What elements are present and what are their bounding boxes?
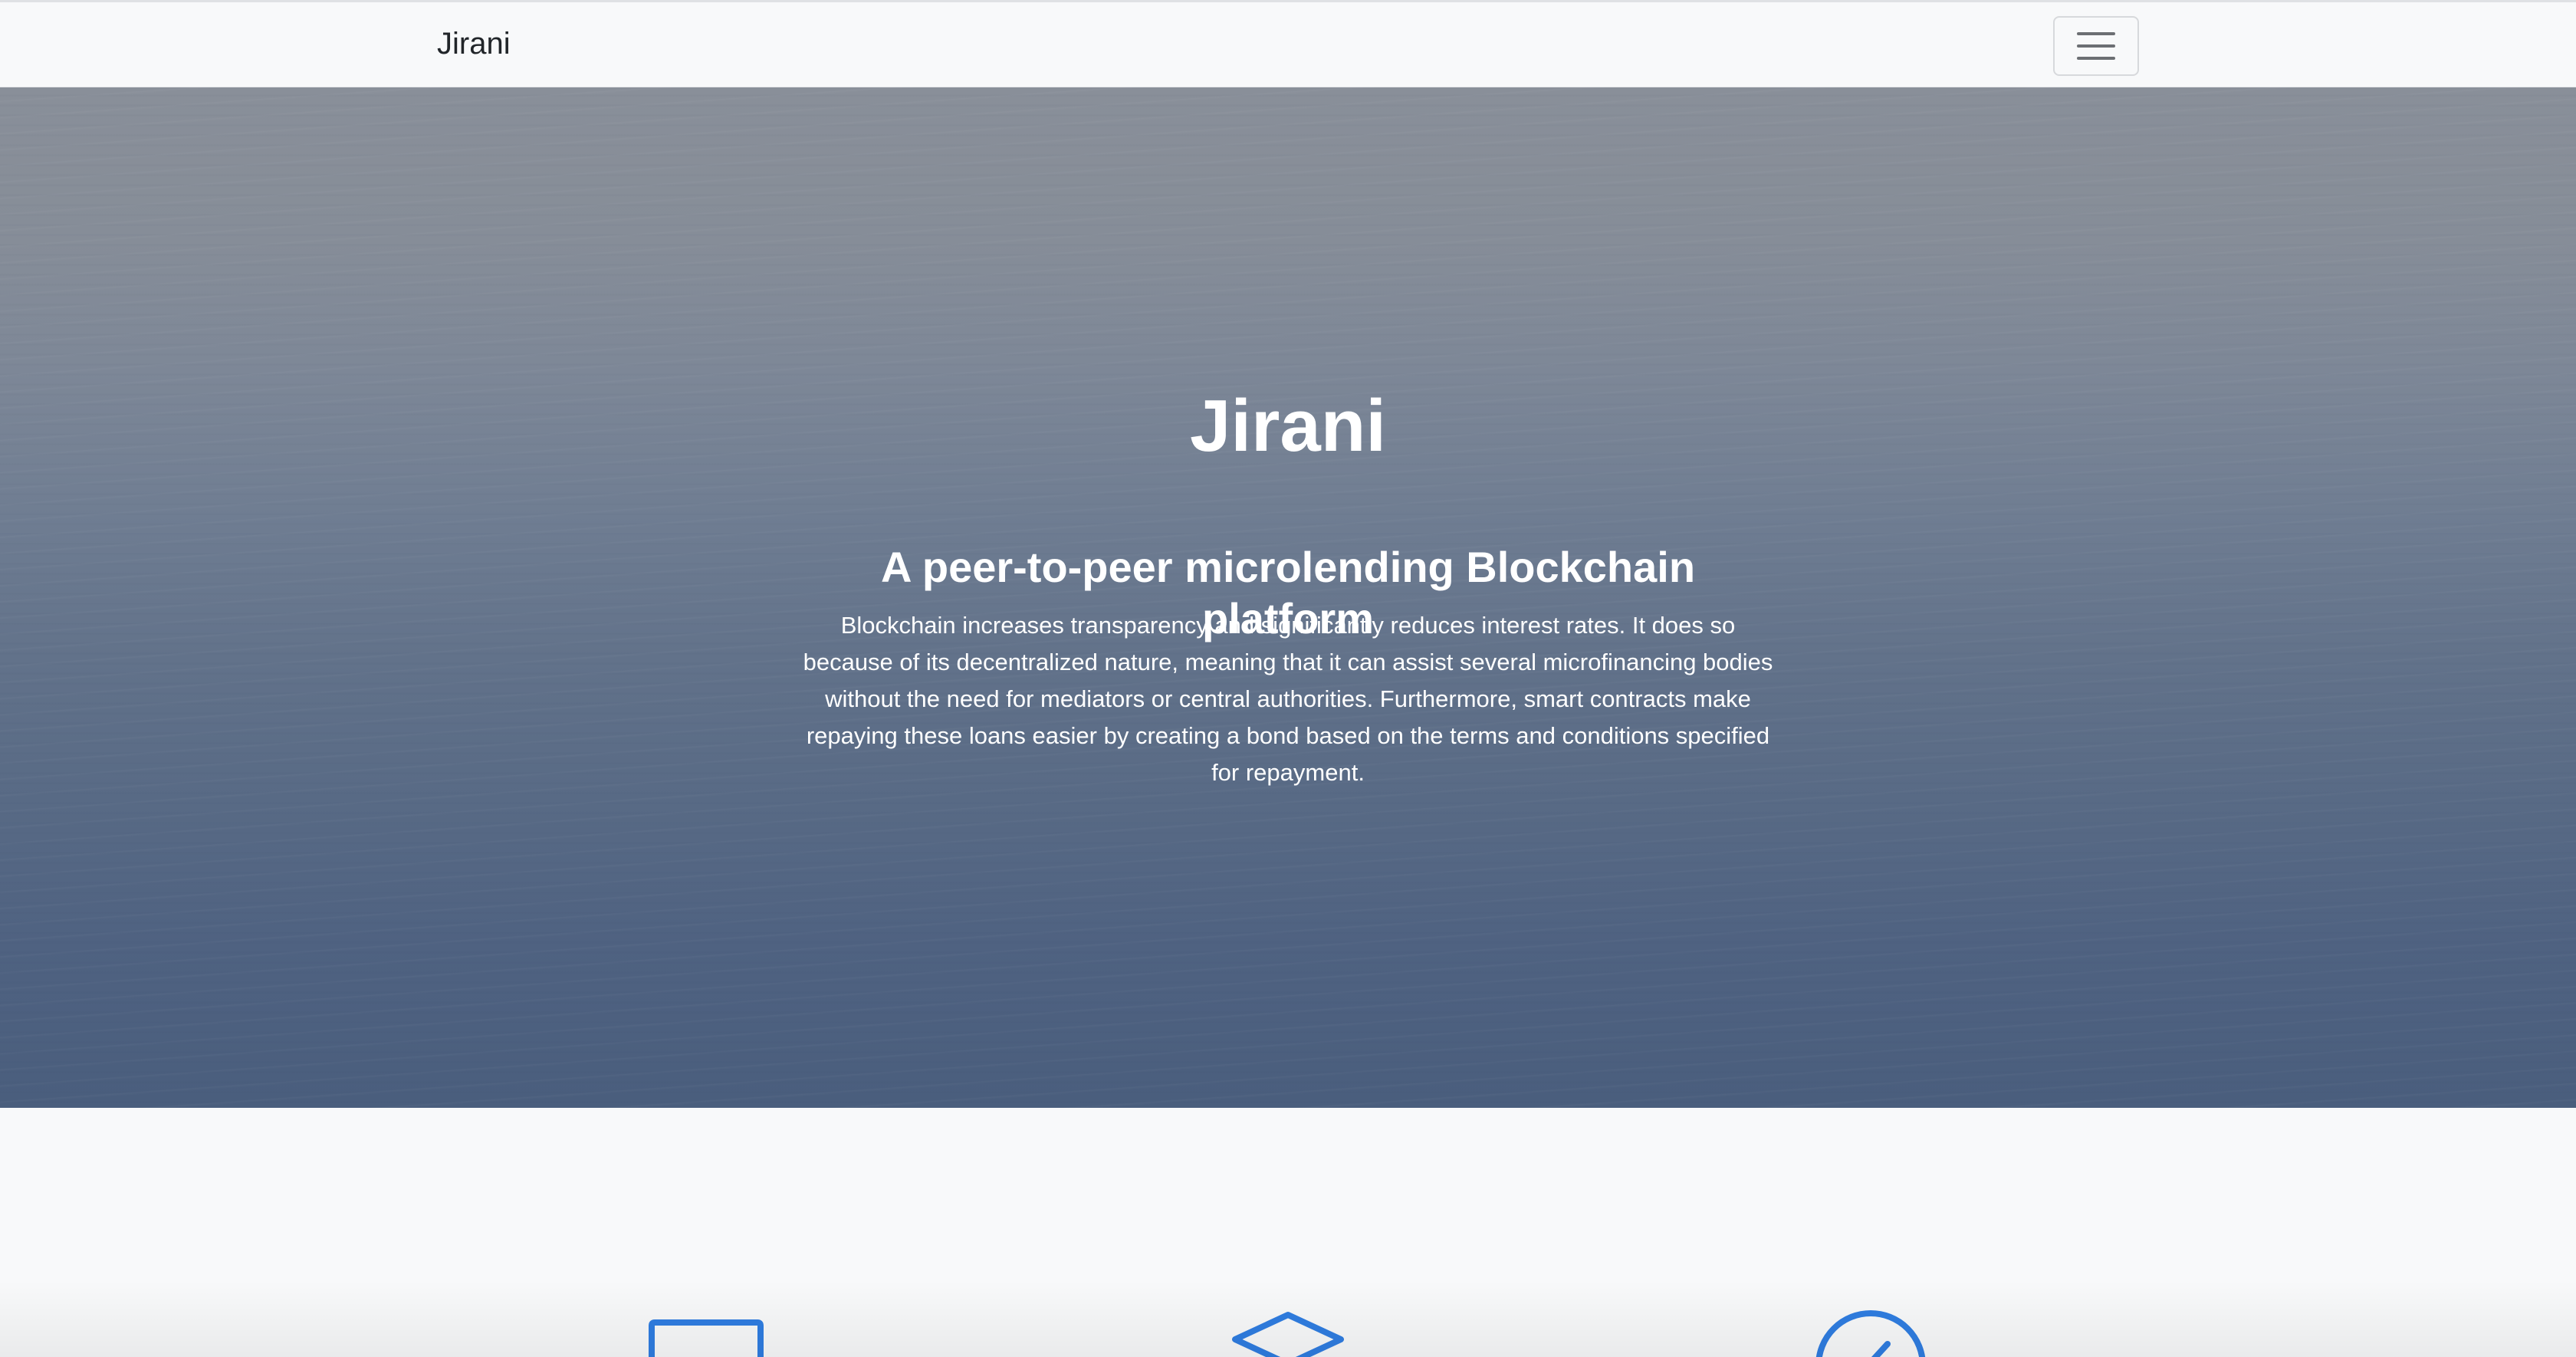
features-section — [0, 1108, 2576, 1357]
page: Jirani Jirani A peer-to-peer microlendin… — [0, 0, 2576, 1357]
monitor-icon — [649, 1319, 764, 1357]
check-circle-icon — [1814, 1309, 1927, 1357]
navbar-brand[interactable]: Jirani — [437, 25, 511, 62]
hero-description: Blockchain increases transparency and si… — [803, 612, 1773, 786]
hamburger-menu-icon — [2077, 57, 2115, 60]
hero-section: Jirani A peer-to-peer microlending Block… — [0, 87, 2576, 1108]
layers-icon — [1230, 1310, 1346, 1357]
navbar-toggler-button[interactable] — [2053, 16, 2139, 76]
hamburger-menu-icon — [2077, 32, 2115, 35]
hamburger-menu-icon — [2077, 44, 2115, 48]
navbar: Jirani — [0, 0, 2576, 87]
hero-title: Jirani — [1189, 385, 1387, 467]
